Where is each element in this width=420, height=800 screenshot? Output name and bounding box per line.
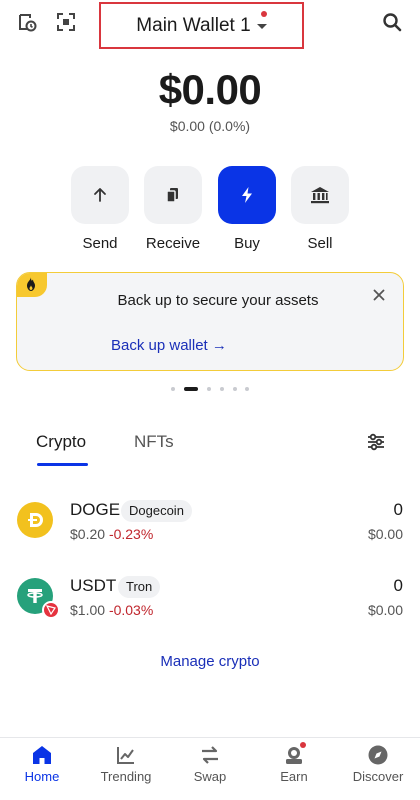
nav-swap[interactable]: Swap	[168, 738, 252, 800]
nav-swap-label: Swap	[193, 769, 227, 784]
carousel-dot[interactable]	[207, 387, 211, 391]
receive-icon-container	[144, 166, 202, 224]
arrow-up-icon	[94, 188, 106, 202]
sell-button[interactable]: Sell	[291, 166, 349, 252]
nav-earn-label: Earn	[280, 769, 308, 784]
asset-row-doge[interactable]: DOGE Dogecoin $0.20 -0.23% 0 $0.00	[0, 500, 420, 556]
carousel-dot[interactable]	[171, 387, 175, 391]
carousel-indicator	[0, 386, 420, 392]
wallet-selector[interactable]: Main Wallet 1	[99, 2, 304, 49]
asset-fiat-value: $0.00	[367, 526, 403, 542]
nav-trending[interactable]: Trending	[84, 738, 168, 800]
asset-quantity: 0	[393, 500, 403, 519]
asset-fiat-value: $0.00	[367, 602, 403, 618]
dogecoin-icon	[17, 502, 53, 538]
wallet-name: Main Wallet 1	[136, 14, 251, 36]
asset-price: $1.00 -0.03%	[70, 602, 153, 618]
receive-button[interactable]: Receive	[144, 166, 202, 252]
nav-home[interactable]: Home	[0, 738, 84, 800]
network-badge: Tron	[118, 576, 161, 598]
banner-title: Back up to secure your assets	[117, 292, 319, 309]
nav-earn[interactable]: Earn	[252, 738, 336, 800]
asset-price: $0.20 -0.23%	[70, 526, 153, 542]
home-icon	[31, 744, 53, 766]
bottom-navigation: Home Trending Swap Earn Discover	[0, 737, 420, 800]
tron-badge-icon	[42, 601, 60, 619]
tab-nfts[interactable]: NFTs	[134, 432, 174, 452]
carousel-dot[interactable]	[245, 387, 249, 391]
carousel-dot[interactable]	[220, 387, 224, 391]
search-icon[interactable]	[382, 12, 402, 32]
send-icon-container	[71, 166, 129, 224]
cards-icon	[166, 188, 178, 203]
close-icon[interactable]	[371, 287, 387, 303]
asset-price-value: $1.00	[70, 602, 106, 618]
active-tab-indicator	[37, 463, 88, 466]
backup-wallet-link[interactable]: Back up wallet →	[111, 337, 227, 354]
bank-icon	[311, 187, 329, 204]
asset-change: -0.23%	[108, 526, 154, 542]
asset-row-usdt[interactable]: USDT Tron $1.00 -0.03% 0 $0.00	[0, 576, 420, 632]
backup-banner[interactable]: Back up to secure your assets Back up wa…	[16, 272, 404, 371]
scan-qr-icon[interactable]	[56, 12, 76, 32]
top-bar: Main Wallet 1	[0, 0, 420, 49]
sell-icon-container	[291, 166, 349, 224]
send-label: Send	[82, 235, 118, 252]
carousel-dot-active[interactable]	[184, 387, 198, 391]
notification-dot	[300, 742, 306, 748]
send-button[interactable]: Send	[71, 166, 129, 252]
buy-icon-container	[218, 166, 276, 224]
asset-symbol: USDT	[70, 576, 117, 595]
asset-change: -0.03%	[108, 602, 154, 618]
wallet-history-icon[interactable]	[17, 12, 37, 32]
bolt-icon	[242, 187, 252, 203]
manage-crypto-link[interactable]: Manage crypto	[0, 653, 420, 670]
buy-label: Buy	[234, 235, 260, 252]
notification-dot	[261, 11, 267, 17]
tab-crypto[interactable]: Crypto	[36, 432, 86, 452]
nav-trending-label: Trending	[100, 769, 152, 784]
chevron-down-icon	[256, 24, 267, 29]
buy-button[interactable]: Buy	[218, 166, 276, 252]
total-balance: $0.00	[158, 66, 262, 113]
asset-quantity: 0	[393, 576, 403, 595]
sell-label: Sell	[307, 235, 333, 252]
compass-icon	[367, 744, 389, 766]
trending-icon	[115, 744, 137, 766]
nav-discover[interactable]: Discover	[336, 738, 420, 800]
asset-price-value: $0.20	[70, 526, 106, 542]
balance-change: $0.00 (0.0%)	[169, 118, 251, 134]
nav-discover-label: Discover	[352, 769, 404, 784]
receive-label: Receive	[145, 235, 201, 252]
nav-home-label: Home	[24, 769, 60, 784]
swap-icon	[199, 744, 221, 766]
asset-symbol: DOGE	[70, 500, 121, 519]
asset-tabs: Crypto NFTs	[0, 430, 420, 470]
network-badge: Dogecoin	[121, 500, 192, 522]
filter-icon[interactable]	[366, 432, 386, 452]
carousel-dot[interactable]	[233, 387, 237, 391]
